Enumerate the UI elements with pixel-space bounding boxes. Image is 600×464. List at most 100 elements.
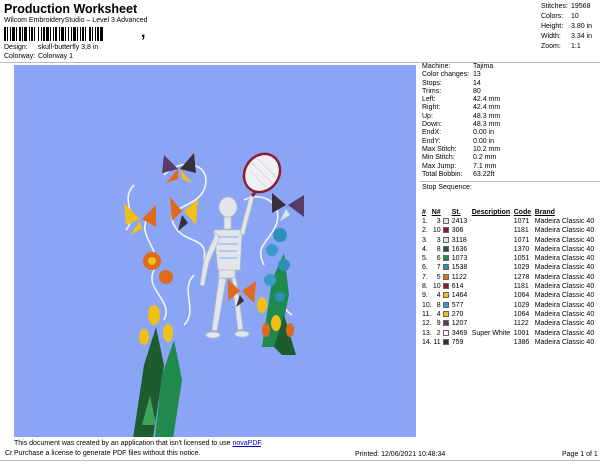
thread-code: 1181 xyxy=(513,283,529,291)
barcode-bar xyxy=(53,27,54,41)
colorway-row: Colorway: Colorway 1 xyxy=(4,53,73,60)
summary-table: Stitches: 19568 Colors: 10 Height: 3.80 in … xyxy=(541,2,597,52)
design-label: Design: xyxy=(4,44,28,51)
colorway-label: Colorway: xyxy=(4,53,36,60)
butterfly-left xyxy=(124,203,156,235)
thread-brand: Madeira Classic 40 xyxy=(534,245,595,253)
stitch-count: 1636 xyxy=(451,245,468,253)
needle-number: 4 xyxy=(436,310,441,318)
stop-index: 8. xyxy=(422,283,428,291)
barcode-bar xyxy=(24,27,27,41)
needle-number: 7 xyxy=(436,264,441,272)
thread-description xyxy=(472,291,514,300)
stop-table-body: 1. 3 2413 1071 Madeira Classic 40 2. 10 306 1181… xyxy=(420,217,600,347)
novapdf-link[interactable]: novaPDF xyxy=(232,440,260,447)
stop-index: 14. xyxy=(422,338,432,346)
stat-endx: EndX: 0.00 in xyxy=(422,129,495,137)
needle-number: 8 xyxy=(436,245,441,253)
left-flower-stems xyxy=(132,327,182,445)
thread-brand: Madeira Classic 40 xyxy=(534,283,595,291)
needle-number: 10 xyxy=(432,227,441,235)
thread-brand: Madeira Classic 40 xyxy=(534,320,595,328)
needle-number: 10 xyxy=(432,283,441,291)
barcode-bar xyxy=(61,27,64,41)
barcode-bar xyxy=(85,27,86,41)
footer-left-text: Cr xyxy=(5,450,13,457)
printed-timestamp: Printed: 12/06/2021 10:48:34 xyxy=(355,451,446,458)
barcode-bar xyxy=(10,27,11,41)
stop-index: 7. xyxy=(422,273,428,281)
stat-stops: Stops: 14 xyxy=(422,79,481,87)
needle-number: 6 xyxy=(436,255,441,263)
barcode-bar xyxy=(80,27,81,41)
color-swatch xyxy=(442,292,449,299)
stop-row: 1. 3 2413 1071 Madeira Classic 40 xyxy=(420,217,600,226)
stat-trims: Trims: 80 xyxy=(422,87,481,95)
color-swatch xyxy=(442,236,449,243)
stitch-count: 270 xyxy=(451,310,464,318)
stop-index: 5. xyxy=(422,255,428,263)
col-header-stitches: St. xyxy=(451,209,461,216)
color-swatch xyxy=(442,218,449,224)
stop-row: 13. 2 3469 Super White 1001 Madeira Classic 4… xyxy=(420,329,600,338)
barcode-bar xyxy=(92,27,93,41)
color-swatch xyxy=(442,255,449,262)
footer-divider xyxy=(0,460,600,461)
thread-code: 1051 xyxy=(513,255,530,263)
color-swatch xyxy=(442,245,449,252)
skeleton-figure xyxy=(199,194,255,339)
summary-row-colors: Colors: 10 xyxy=(541,13,579,20)
col-header-needle: N# xyxy=(431,209,441,216)
barcode-bar xyxy=(46,27,49,41)
thread-description xyxy=(472,254,514,263)
barcode-bar xyxy=(22,27,23,41)
thread-brand: Madeira Classic 40 xyxy=(534,218,595,225)
stat-max-stitch: Max Stitch: 10.2 mm xyxy=(422,145,501,153)
barcode-bar xyxy=(89,27,91,41)
butterfly-right xyxy=(272,193,304,221)
thread-code: 1064 xyxy=(513,310,530,318)
stop-index: 1. xyxy=(422,218,428,225)
stop-index: 11. xyxy=(422,310,432,318)
thread-code: 1278 xyxy=(513,273,530,281)
stat-machine: Machine: Tajima xyxy=(422,63,494,70)
thread-brand: Madeira Classic 40 xyxy=(534,338,595,346)
thread-description xyxy=(472,310,514,319)
barcode-bar xyxy=(43,27,45,41)
barcode-bar xyxy=(82,27,84,41)
license-notice: This document was created by an applicat… xyxy=(0,437,416,459)
stat-max-jump: Max Jump: 7.1 mm xyxy=(422,162,497,170)
barcode-bar xyxy=(68,27,69,41)
colorway-value: Colorway 1 xyxy=(38,53,74,60)
thread-brand: Madeira Classic 40 xyxy=(534,255,595,263)
stitch-count: 306 xyxy=(451,227,464,235)
barcode-bar xyxy=(38,27,39,41)
design-preview xyxy=(14,65,416,459)
barcode-bar xyxy=(34,27,35,41)
stat-endy: EndY: 0.00 in xyxy=(422,137,495,145)
stop-row: 5. 6 1073 1051 Madeira Classic 40 xyxy=(420,254,600,263)
stitch-count: 3118 xyxy=(451,236,467,244)
stop-row: 12. 9 1207 1122 Madeira Classic 40 xyxy=(420,319,600,328)
stitch-count: 1538 xyxy=(451,264,468,272)
needle-number: 11 xyxy=(433,338,441,346)
stitch-count: 614 xyxy=(451,283,464,291)
stop-row: 11. 4 270 1064 Madeira Classic 40 xyxy=(420,310,600,319)
thread-description xyxy=(472,273,514,282)
stop-row: 7. 5 1122 1278 Madeira Classic 40 xyxy=(420,273,600,282)
barcode-trailer: , xyxy=(141,24,146,41)
design-name-row: Design: skull-butterfly 3,8 in xyxy=(4,44,98,51)
stat-down: Down: 48.3 mm xyxy=(422,121,501,129)
color-swatch xyxy=(442,227,449,234)
color-swatch xyxy=(442,329,449,336)
thread-code: 1181 xyxy=(513,227,529,235)
stop-row: 9. 4 1464 1064 Madeira Classic 40 xyxy=(420,291,600,300)
color-swatch xyxy=(442,320,449,327)
stop-index: 13. xyxy=(422,329,432,337)
col-header-description: Description xyxy=(471,209,511,216)
thread-brand: Madeira Classic 40 xyxy=(534,292,595,300)
stop-sequence-heading: Stop Sequence: xyxy=(420,181,600,192)
thread-brand: Madeira Classic 40 xyxy=(534,273,595,281)
stop-index: 9. xyxy=(422,292,428,300)
barcode-bar xyxy=(95,27,96,41)
